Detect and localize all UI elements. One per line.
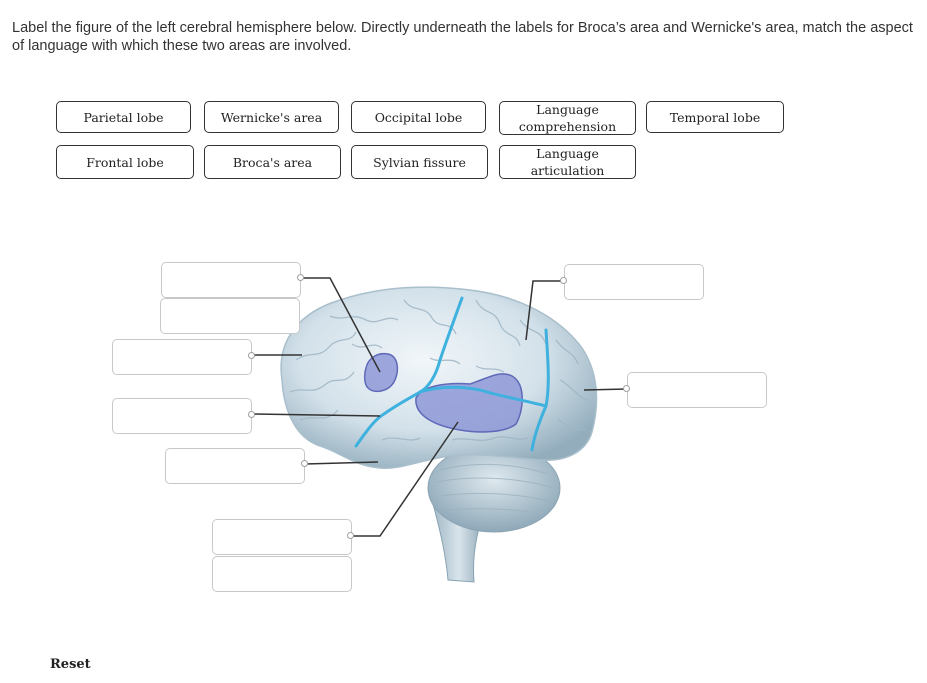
reset-button[interactable]: Reset xyxy=(50,657,91,672)
connector-dot xyxy=(347,532,354,539)
drop-zone-6[interactable] xyxy=(564,264,704,300)
connector-dot xyxy=(248,352,255,359)
drop-zone-2[interactable] xyxy=(112,339,252,375)
connector-dot xyxy=(623,385,630,392)
drop-zone-1[interactable] xyxy=(161,262,301,298)
drop-zone-5[interactable] xyxy=(212,519,352,555)
connector-dot xyxy=(248,411,255,418)
drop-zone-5-sub[interactable] xyxy=(212,556,352,592)
connector-dot xyxy=(301,460,308,467)
drop-zone-7[interactable] xyxy=(627,372,767,408)
drop-zone-1-sub[interactable] xyxy=(160,298,300,334)
connector-dot xyxy=(297,274,304,281)
connector-dot xyxy=(560,277,567,284)
drop-zone-4[interactable] xyxy=(165,448,305,484)
drop-zone-3[interactable] xyxy=(112,398,252,434)
